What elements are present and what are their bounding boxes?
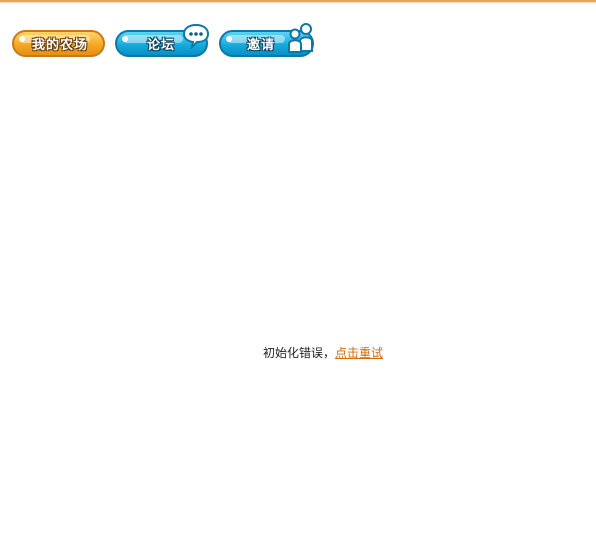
retry-link[interactable]: 点击重试 [335,346,383,360]
button-highlight-dot [19,36,25,42]
error-text: 初始化错误， [263,346,336,360]
invite-label: 邀请 [247,38,276,53]
my-farm-button[interactable]: 我的农场 [12,30,105,57]
button-highlight-dot [226,36,232,42]
chat-bubble-icon[interactable] [182,23,210,49]
button-highlight-dot [122,36,128,42]
top-border-shadow [0,2,596,3]
page: 我的农场 论坛 邀请 初始化错误，点击重试 [0,0,596,541]
people-icon[interactable] [286,22,316,54]
error-message: 初始化错误，点击重试 [263,344,383,362]
forum-label: 论坛 [147,38,176,53]
my-farm-label: 我的农场 [32,38,89,53]
